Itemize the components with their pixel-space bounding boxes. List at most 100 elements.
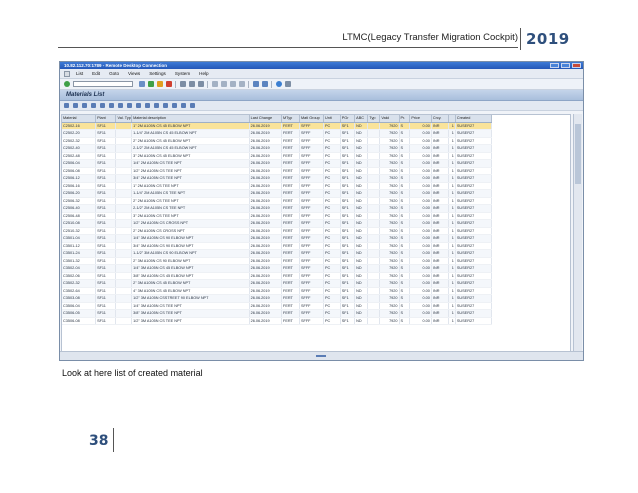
table-cell[interactable] <box>115 257 133 265</box>
table-cell[interactable]: PC <box>323 167 341 175</box>
table-cell[interactable]: INR <box>431 249 449 258</box>
menu-edit[interactable]: Edit <box>92 71 100 76</box>
table-cell[interactable]: 1 <box>448 234 456 243</box>
table-cell[interactable]: S <box>399 152 411 160</box>
table-cell[interactable] <box>115 249 133 258</box>
table-cell[interactable]: SFFF <box>299 152 324 160</box>
table-cell[interactable]: C2502-20 <box>62 129 97 138</box>
table-cell[interactable]: SF11 <box>95 279 117 288</box>
table-cell[interactable]: SUSER27 <box>455 212 493 220</box>
table-cell[interactable]: 0.00 <box>409 152 432 160</box>
column-header[interactable]: Pr. <box>399 115 411 123</box>
info-icon[interactable] <box>190 103 195 108</box>
table-cell[interactable]: 7920 <box>379 242 400 250</box>
table-cell[interactable]: C3502-32 <box>62 279 97 288</box>
table-cell[interactable]: 0.00 <box>409 227 432 235</box>
table-cell[interactable]: 7920 <box>379 287 400 295</box>
table-cell[interactable]: SF1 <box>340 227 356 235</box>
table-cell[interactable]: INR <box>431 234 449 243</box>
table-cell[interactable]: 1 <box>448 189 456 198</box>
table-cell[interactable]: INR <box>431 264 449 273</box>
column-header[interactable]: Last Change <box>249 115 283 123</box>
table-cell[interactable]: SUSER27 <box>455 204 493 213</box>
table-cell[interactable]: INR <box>431 182 449 190</box>
table-cell[interactable]: 3/8" 3M A105N CS TEE NPT <box>131 309 250 318</box>
menu-system[interactable]: System <box>175 71 190 76</box>
table-cell[interactable]: FERT <box>281 167 300 175</box>
table-cell[interactable] <box>367 294 381 303</box>
table-cell[interactable]: ND <box>354 152 369 160</box>
table-cell[interactable]: FERT <box>281 174 300 183</box>
table-cell[interactable]: ND <box>354 287 369 295</box>
table-cell[interactable]: SF11 <box>95 219 117 228</box>
table-cell[interactable]: 0.00 <box>409 129 432 138</box>
table-cell[interactable]: 26.06.2019 <box>249 287 283 295</box>
table-cell[interactable]: SF1 <box>340 122 356 130</box>
column-header[interactable]: Plant <box>95 115 117 123</box>
table-cell[interactable]: 1 <box>448 204 456 213</box>
table-cell[interactable]: 1/2" 3M A105N CS TEE NPT <box>131 317 250 325</box>
table-cell[interactable]: S <box>399 129 411 138</box>
table-cell[interactable]: SUSER27 <box>455 294 493 303</box>
table-cell[interactable]: INR <box>431 219 449 228</box>
table-cell[interactable]: ND <box>354 279 369 288</box>
table-cell[interactable]: SFFF <box>299 242 324 250</box>
minimize-icon[interactable] <box>550 63 559 68</box>
table-cell[interactable] <box>115 144 133 153</box>
table-cell[interactable]: SFFF <box>299 212 324 220</box>
table-row[interactable]: C3506-05 SF11 3/8" 3M A105N CS TEE NPT 26.0… <box>62 309 493 318</box>
table-cell[interactable] <box>367 264 381 273</box>
table-cell[interactable]: SFFF <box>299 272 324 280</box>
table-cell[interactable]: ND <box>354 302 369 310</box>
menu-settings[interactable]: Settings <box>149 71 166 76</box>
back-icon[interactable] <box>148 81 154 87</box>
table-cell[interactable]: 26.06.2019 <box>249 317 283 325</box>
table-row[interactable]: C2510-08 SF11 1/2" 2M A105N CS CROSS NPT 26… <box>62 219 493 228</box>
table-cell[interactable]: 2" 3M A105N CS 45 ELBOW NPT <box>131 279 250 288</box>
table-cell[interactable]: INR <box>431 302 449 310</box>
table-cell[interactable]: 1 <box>448 174 456 183</box>
table-cell[interactable]: PC <box>323 272 341 280</box>
table-cell[interactable]: FERT <box>281 204 300 213</box>
table-row[interactable]: C3501-04 SF11 1/4" 3M A105N CS 90 ELBOW NP… <box>62 234 493 243</box>
table-cell[interactable]: SF11 <box>95 242 117 250</box>
table-cell[interactable]: PC <box>323 197 341 205</box>
table-cell[interactable]: SF11 <box>95 152 117 160</box>
table-cell[interactable] <box>367 189 381 198</box>
table-cell[interactable]: SFFF <box>299 317 324 325</box>
help-icon[interactable] <box>276 81 282 87</box>
table-cell[interactable]: FERT <box>281 317 300 325</box>
table-cell[interactable]: 0.00 <box>409 212 432 220</box>
table-cell[interactable]: SF1 <box>340 182 356 190</box>
table-cell[interactable]: SF1 <box>340 249 356 258</box>
table-row[interactable]: C2506-12 SF11 3/4" 2M A105N CS TEE NPT 26.0… <box>62 174 493 183</box>
table-cell[interactable]: 26.06.2019 <box>249 302 283 310</box>
table-cell[interactable]: SF11 <box>95 122 117 130</box>
table-cell[interactable]: C3502-64 <box>62 287 97 295</box>
table-cell[interactable]: S <box>399 287 411 295</box>
table-cell[interactable]: INR <box>431 204 449 213</box>
table-cell[interactable] <box>367 309 381 318</box>
table-cell[interactable]: 26.06.2019 <box>249 219 283 228</box>
table-cell[interactable] <box>115 264 133 273</box>
table-cell[interactable]: SF1 <box>340 197 356 205</box>
table-cell[interactable] <box>367 152 381 160</box>
abc-analysis-icon[interactable] <box>181 103 186 108</box>
table-cell[interactable]: PC <box>323 129 341 138</box>
table-cell[interactable]: 26.06.2019 <box>249 272 283 280</box>
table-cell[interactable] <box>367 122 381 130</box>
table-cell[interactable]: SUSER27 <box>455 174 493 183</box>
scrollbar-thumb[interactable] <box>575 124 581 184</box>
table-cell[interactable]: 0.00 <box>409 242 432 250</box>
table-cell[interactable]: 26.06.2019 <box>249 182 283 190</box>
table-row[interactable]: C3501-24 SF11 1-1/2" 3M A105N CS 90 ELBOW … <box>62 249 493 258</box>
table-cell[interactable] <box>115 204 133 213</box>
table-cell[interactable]: 0.00 <box>409 317 432 325</box>
table-cell[interactable]: 7920 <box>379 249 400 258</box>
exit-icon[interactable] <box>157 81 163 87</box>
table-cell[interactable]: 1 <box>448 129 456 138</box>
table-cell[interactable]: 7920 <box>379 174 400 183</box>
table-cell[interactable]: 1/4" 2M A105N CS TEE NPT <box>131 159 250 168</box>
table-cell[interactable] <box>115 189 133 198</box>
table-cell[interactable]: SFFF <box>299 189 324 198</box>
